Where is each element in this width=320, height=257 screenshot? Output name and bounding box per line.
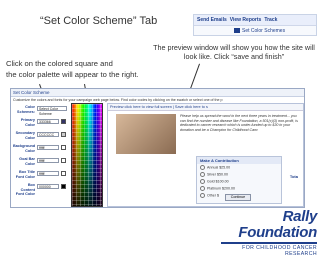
color-scheme-select[interactable]: Select Color Scheme bbox=[37, 106, 67, 116]
nav-view-reports[interactable]: View Reports bbox=[230, 17, 262, 23]
goal-bar-color-label: Goal Bar Color bbox=[19, 157, 35, 166]
preview-photo bbox=[116, 114, 176, 154]
preview-window: Preview click here to view full screen |… bbox=[107, 103, 304, 207]
callout-color-line-1: Click on the colored square and bbox=[6, 59, 113, 68]
preview-total: Tota bbox=[289, 174, 298, 179]
color-palette-grid bbox=[72, 104, 102, 206]
background-color-input[interactable]: ffffff bbox=[37, 145, 59, 150]
primary-color-label: Primary Color bbox=[20, 118, 35, 127]
radio-icon bbox=[200, 165, 205, 170]
background-color-label: Background Color bbox=[13, 144, 36, 153]
radio-icon bbox=[200, 179, 205, 184]
nav-send-emails[interactable]: Send Emails bbox=[197, 17, 227, 23]
contribution-panel: Make A Contribution Annual $25.00 Silver… bbox=[196, 156, 282, 204]
primary-color-swatch[interactable] bbox=[61, 119, 66, 124]
box-content-font-color-label: Box Content Font Color bbox=[15, 183, 35, 196]
contribution-option[interactable]: Platinum $200.00 bbox=[197, 185, 281, 192]
background-color-swatch[interactable] bbox=[61, 145, 66, 150]
app-header: Set Color Scheme bbox=[11, 89, 304, 97]
callout-color: Click on the colored square and the colo… bbox=[6, 58, 139, 80]
nav-bar: Send Emails View Reports Track bbox=[194, 15, 316, 26]
nav-snippet: Send Emails View Reports Track Set Color… bbox=[193, 14, 317, 36]
secondary-color-swatch[interactable] bbox=[61, 132, 66, 137]
radio-icon bbox=[200, 186, 205, 191]
contribution-panel-title: Make A Contribution bbox=[197, 157, 281, 164]
box-title-font-color-input[interactable]: ffffff bbox=[37, 171, 59, 176]
logo-name: Rally Foundation bbox=[238, 208, 317, 241]
callout-color-line-2: the color palette will appear to the rig… bbox=[6, 70, 139, 79]
secondary-color-input[interactable]: CCCCCC bbox=[37, 132, 59, 137]
contribution-option[interactable]: Silver $50.00 bbox=[197, 171, 281, 178]
color-palette[interactable] bbox=[71, 103, 103, 207]
logo-rule bbox=[221, 242, 317, 244]
callout-preview: The preview window will show you how the… bbox=[153, 43, 315, 61]
box-content-font-color-swatch[interactable] bbox=[61, 184, 66, 189]
color-schemes-label: Color Schemes: bbox=[17, 105, 35, 114]
slide-title: “Set Color Scheme” Tab bbox=[40, 15, 158, 27]
secondary-color-label: Secondary Color bbox=[15, 131, 35, 140]
primary-color-input[interactable]: 333366 bbox=[37, 119, 59, 124]
goal-bar-color-input[interactable]: ffffff bbox=[37, 158, 59, 163]
nav-track[interactable]: Track bbox=[264, 17, 277, 23]
app-screenshot: Set Color Scheme Customize the colors an… bbox=[10, 88, 305, 208]
box-title-font-color-swatch[interactable] bbox=[61, 171, 66, 176]
contribution-option[interactable]: Annual $25.00 bbox=[197, 164, 281, 171]
tab-marker-icon bbox=[234, 28, 240, 34]
tab-set-color-schemes[interactable]: Set Color Schemes bbox=[194, 26, 316, 34]
box-content-font-color-input[interactable]: 000000 bbox=[37, 184, 59, 189]
radio-icon bbox=[200, 193, 205, 198]
box-title-font-color-label: Box Title Font Color bbox=[15, 170, 35, 179]
logo-tagline: FOR CHILDHOOD CANCER RESEARCH bbox=[242, 245, 317, 257]
continue-button[interactable]: Continue bbox=[225, 194, 251, 201]
tab-label: Set Color Schemes bbox=[242, 28, 286, 34]
goal-bar-color-swatch[interactable] bbox=[61, 158, 66, 163]
preview-tabs[interactable]: Preview click here to view full screen |… bbox=[108, 104, 303, 111]
preview-body-text: Please help us spread the word in the ne… bbox=[180, 114, 298, 132]
contribution-option[interactable]: Gold $100.00 bbox=[197, 178, 281, 185]
radio-icon bbox=[200, 172, 205, 177]
rally-foundation-logo: Rally Foundation FOR CHILDHOOD CANCER RE… bbox=[215, 208, 319, 257]
